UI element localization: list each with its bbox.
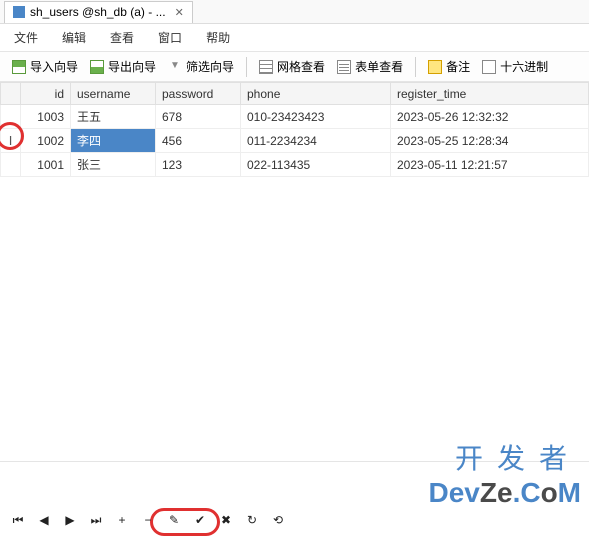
watermark-line2: DevZe.CoM	[429, 477, 582, 509]
tab-sh-users[interactable]: sh_users @sh_db (a) - ... ✕	[4, 1, 193, 23]
refresh-button[interactable]: ↻	[244, 512, 260, 528]
delete-record-button[interactable]: −	[140, 512, 156, 528]
menu-file[interactable]: 文件	[14, 29, 38, 46]
cell-username[interactable]: 张三	[71, 153, 156, 177]
import-wizard-button[interactable]: 导入向导	[6, 56, 84, 77]
undo-button[interactable]: ⟲	[270, 512, 286, 528]
hex-label: 十六进制	[500, 58, 548, 75]
edit-record-button[interactable]: ✎	[166, 512, 182, 528]
header-register-time[interactable]: register_time	[391, 83, 589, 105]
table-icon	[13, 6, 25, 18]
cell-username[interactable]: 李四	[71, 129, 156, 153]
hex-icon	[482, 60, 496, 74]
toolbar: 导入向导 导出向导 筛选向导 网格查看 表单查看 备注 十六进制	[0, 52, 589, 82]
header-row: id username password phone register_time	[1, 83, 589, 105]
add-record-button[interactable]: +	[114, 512, 130, 528]
filter-label: 筛选向导	[186, 58, 234, 75]
note-icon	[428, 60, 442, 74]
menu-help[interactable]: 帮助	[206, 29, 230, 46]
grid-view-button[interactable]: 网格查看	[253, 56, 331, 77]
separator	[246, 57, 247, 77]
cell-password[interactable]: 456	[156, 129, 241, 153]
cell-register_time[interactable]: 2023-05-25 12:28:34	[391, 129, 589, 153]
menu-edit[interactable]: 编辑	[62, 29, 86, 46]
separator	[415, 57, 416, 77]
apply-button[interactable]: ✔	[192, 512, 208, 528]
data-grid[interactable]: id username password phone register_time…	[0, 82, 589, 462]
import-label: 导入向导	[30, 58, 78, 75]
first-record-button[interactable]: ⏮	[10, 512, 26, 528]
table-row[interactable]: 1001张三123022-1134352023-05-11 12:21:57	[1, 153, 589, 177]
notes-button[interactable]: 备注	[422, 56, 476, 77]
row-marker	[1, 105, 21, 129]
grid-label: 网格查看	[277, 58, 325, 75]
last-record-button[interactable]: ⏭	[88, 512, 104, 528]
cell-register_time[interactable]: 2023-05-26 12:32:32	[391, 105, 589, 129]
cell-id[interactable]: 1002	[21, 129, 71, 153]
close-icon[interactable]: ✕	[175, 6, 184, 19]
watermark-line1: 开发者	[429, 437, 582, 477]
cancel-button[interactable]: ✖	[218, 512, 234, 528]
cell-register_time[interactable]: 2023-05-11 12:21:57	[391, 153, 589, 177]
cell-phone[interactable]: 010-23423423	[241, 105, 391, 129]
export-icon	[90, 60, 104, 74]
row-marker: I	[1, 129, 21, 153]
header-password[interactable]: password	[156, 83, 241, 105]
header-phone[interactable]: phone	[241, 83, 391, 105]
export-wizard-button[interactable]: 导出向导	[84, 56, 162, 77]
header-id[interactable]: id	[21, 83, 71, 105]
filter-icon	[168, 60, 182, 74]
cell-phone[interactable]: 011-2234234	[241, 129, 391, 153]
tab-title: sh_users @sh_db (a) - ...	[30, 5, 166, 19]
cell-phone[interactable]: 022-113435	[241, 153, 391, 177]
row-marker	[1, 153, 21, 177]
import-icon	[12, 60, 26, 74]
prev-record-button[interactable]: ◀	[36, 512, 52, 528]
export-label: 导出向导	[108, 58, 156, 75]
menu-view[interactable]: 查看	[110, 29, 134, 46]
table-row[interactable]: 1003王五678010-234234232023-05-26 12:32:32	[1, 105, 589, 129]
record-nav-bar: ⏮ ◀ ▶ ⏭ + − ✎ ✔ ✖ ↻ ⟲	[10, 507, 579, 533]
tab-bar: sh_users @sh_db (a) - ... ✕	[0, 0, 589, 24]
watermark: 开发者 DevZe.CoM	[429, 437, 582, 509]
next-record-button[interactable]: ▶	[62, 512, 78, 528]
header-marker	[1, 83, 21, 105]
form-icon	[337, 60, 351, 74]
form-view-button[interactable]: 表单查看	[331, 56, 409, 77]
cell-id[interactable]: 1001	[21, 153, 71, 177]
cell-username[interactable]: 王五	[71, 105, 156, 129]
notes-label: 备注	[446, 58, 470, 75]
menu-bar: 文件 编辑 查看 窗口 帮助	[0, 24, 589, 52]
cell-password[interactable]: 678	[156, 105, 241, 129]
menu-window[interactable]: 窗口	[158, 29, 182, 46]
header-username[interactable]: username	[71, 83, 156, 105]
cell-id[interactable]: 1003	[21, 105, 71, 129]
table-row[interactable]: I1002李四456011-22342342023-05-25 12:28:34	[1, 129, 589, 153]
cell-password[interactable]: 123	[156, 153, 241, 177]
grid-icon	[259, 60, 273, 74]
hex-button[interactable]: 十六进制	[476, 56, 554, 77]
form-label: 表单查看	[355, 58, 403, 75]
filter-wizard-button[interactable]: 筛选向导	[162, 56, 240, 77]
